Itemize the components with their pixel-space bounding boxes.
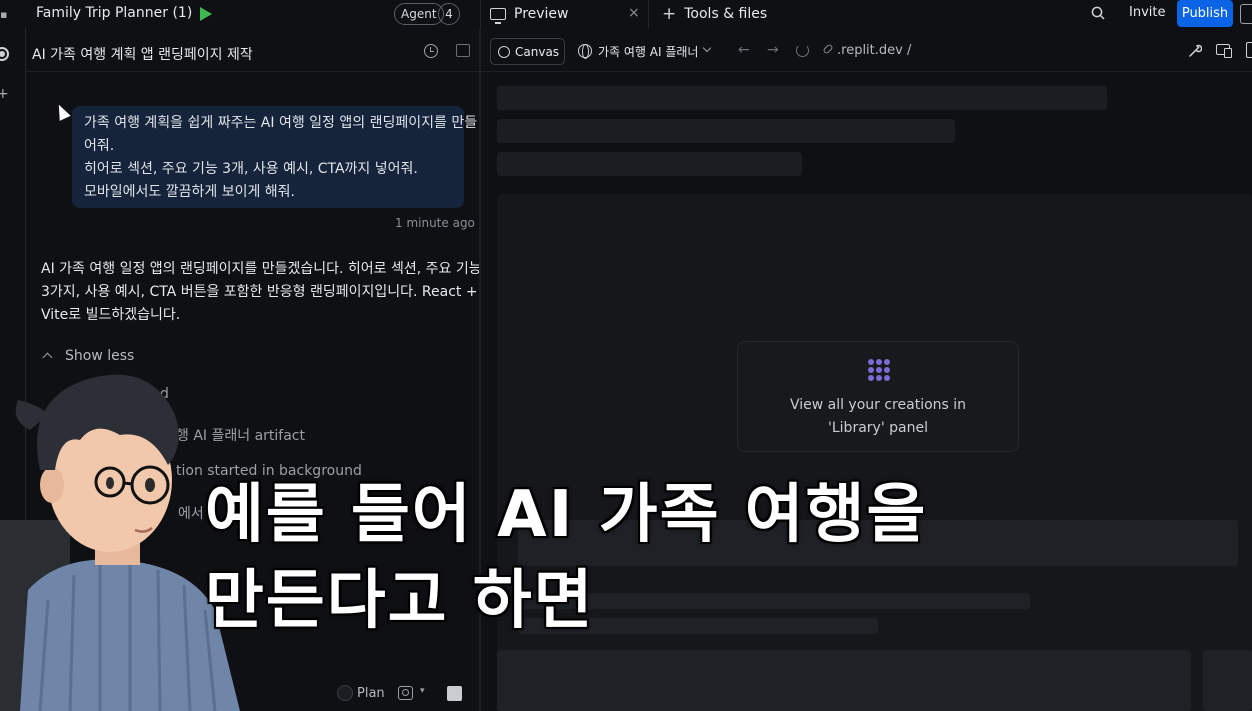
close-tab-icon[interactable]: × <box>628 5 640 21</box>
panel-toggle-icon[interactable] <box>1240 4 1252 24</box>
artifact-selector[interactable]: 가족 여행 AI 플래너 <box>598 43 698 60</box>
devices-icon[interactable] <box>1216 44 1232 58</box>
user-message-line: 가족 여행 계획을 쉽게 짜주는 AI 여행 일정 앱의 랜딩페이지를 만들 <box>84 115 478 131</box>
divider <box>480 0 481 28</box>
sidebar-toggle-icon[interactable]: ▪ <box>0 8 7 21</box>
run-icon[interactable] <box>200 7 212 21</box>
tab-preview[interactable]: Preview <box>490 3 569 25</box>
tab-tools-files[interactable]: + Tools & files <box>662 3 767 25</box>
library-icon <box>868 359 890 381</box>
chevron-down-icon[interactable]: ▾ <box>420 686 425 696</box>
project-title[interactable]: Family Trip Planner (1) <box>36 5 192 21</box>
record-icon[interactable] <box>0 47 9 61</box>
globe-icon <box>578 44 592 59</box>
reload-icon[interactable] <box>796 44 809 57</box>
divider <box>26 71 479 72</box>
mouse-cursor-icon <box>53 102 71 121</box>
history-icon[interactable] <box>424 44 438 58</box>
user-message-bubble: 가족 여행 계획을 쉽게 짜주는 AI 여행 일정 앱의 랜딩페이지를 만들 어… <box>72 106 478 208</box>
skeleton-bar <box>497 650 1191 711</box>
library-message-line: View all your creations in <box>789 397 967 413</box>
subtitle-line: 예를 들어 AI 가족 여행을 <box>203 476 928 554</box>
library-notice-card: View all your creations in 'Library' pan… <box>737 341 1019 452</box>
url-bar[interactable]: .replit.dev / <box>837 43 911 58</box>
agent-message: AI 가족 여행 일정 앱의 랜딩페이지를 만들겠습니다. 히어로 섹션, 주요… <box>41 258 482 327</box>
agent-message-line: Vite로 빌드하겠습니다. <box>41 307 181 323</box>
agent-badge[interactable]: Agent <box>394 3 444 25</box>
screenshot-icon[interactable] <box>398 686 413 700</box>
tab-tools-label: Tools & files <box>684 6 768 22</box>
publish-button[interactable]: Publish <box>1177 0 1233 27</box>
skeleton-bar <box>1203 650 1252 711</box>
user-message-line: 모바일에서도 깔끔하게 보이게 해줘. <box>84 184 295 200</box>
panel-edge-icon[interactable] <box>1246 42 1252 58</box>
monitor-icon <box>490 8 506 24</box>
plan-toggle[interactable] <box>337 685 353 701</box>
skeleton-bar <box>497 152 802 176</box>
link-icon <box>822 43 834 55</box>
canvas-label: Canvas <box>515 44 560 59</box>
plan-label: Plan <box>357 686 385 701</box>
user-message-line: 히어로 섹션, 주요 기능 3개, 사용 예시, CTA까지 넣어줘. <box>84 161 418 177</box>
user-message-line: 어줘. <box>84 138 115 154</box>
plus-icon: + <box>662 3 677 24</box>
agent-message-line: AI 가족 여행 일정 앱의 랜딩페이지를 만들겠습니다. 히어로 섹션, 주요… <box>41 261 482 277</box>
back-arrow-icon[interactable]: ← <box>738 42 750 58</box>
new-item-icon[interactable]: + <box>0 86 9 102</box>
agent-message-line: 3가지, 사용 예시, CTA 버튼을 포함한 반응형 랜딩페이지입니다. Re… <box>41 284 478 300</box>
search-icon[interactable] <box>1091 6 1105 20</box>
new-chat-icon[interactable] <box>456 44 470 57</box>
top-bar: ▪ Family Trip Planner (1) Agent 4 Previe… <box>0 0 1252 28</box>
divider <box>648 0 649 28</box>
divider <box>481 71 1252 72</box>
tab-preview-label: Preview <box>514 6 569 22</box>
forward-arrow-icon[interactable]: → <box>767 42 779 58</box>
palette-icon <box>498 45 510 58</box>
chevron-down-icon[interactable] <box>702 43 712 53</box>
invite-button[interactable]: Invite <box>1129 5 1165 20</box>
video-subtitle: 예를 들어 AI 가족 여행을 만든다고 하면 <box>203 472 928 644</box>
message-timestamp: 1 minute ago <box>395 216 475 230</box>
subtitle-line: 만든다고 하면 <box>203 562 595 640</box>
skeleton-bar <box>497 119 955 143</box>
wrench-icon[interactable] <box>1188 44 1202 58</box>
chat-title: AI 가족 여행 계획 앱 랜딩페이지 제작 <box>32 47 253 63</box>
agent-count-badge[interactable]: 4 <box>438 3 460 25</box>
canvas-button[interactable]: Canvas <box>490 38 565 65</box>
skeleton-bar <box>497 86 1107 110</box>
library-message-line: 'Library' panel <box>828 420 928 436</box>
stop-button[interactable] <box>447 686 462 701</box>
